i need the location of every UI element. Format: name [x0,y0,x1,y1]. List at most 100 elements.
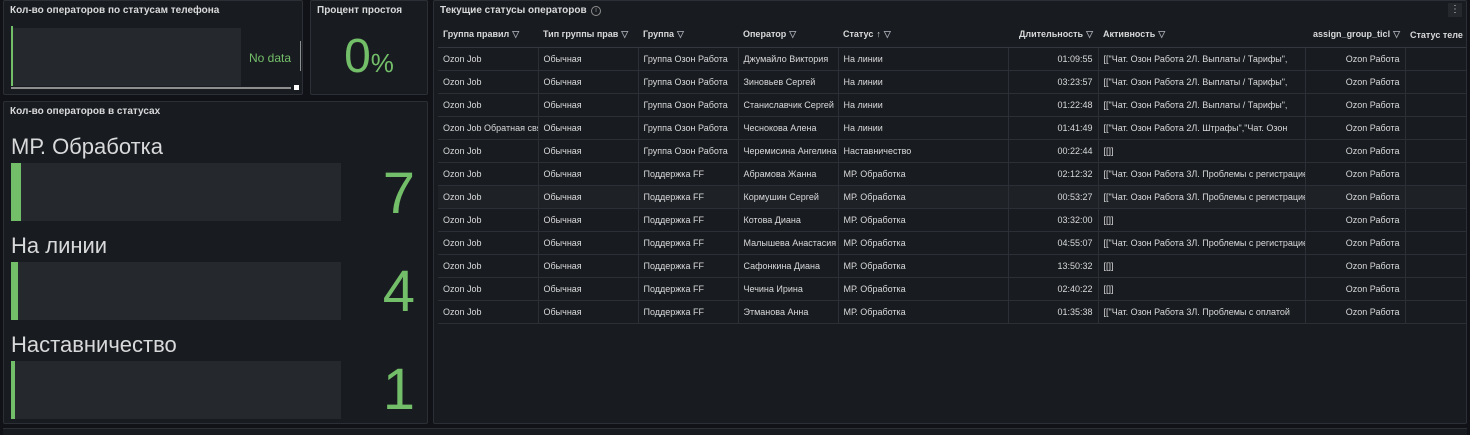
filter-icon[interactable]: ▽ [1393,29,1400,40]
table-cell [1405,231,1466,255]
column-header[interactable]: Активность ▽ [1098,23,1305,48]
table-cell: МР. Обработка [838,231,1009,255]
table-cell: Сафонкина Диана [738,254,839,278]
operators-table: Группа правил ▽ Тип группы прав ▽ Группа ▽ Опе… [438,23,1466,324]
table-row[interactable]: Ozon Job Обычная Поддержка FF Котова Диана М… [438,208,1466,232]
filter-icon[interactable]: ▽ [677,29,684,40]
status-count: 7 [382,161,415,226]
table-cell: [[]] [1098,277,1306,301]
table-cell: [["Чат. Озон Работа 2Л. Выплаты / Тарифы… [1098,70,1306,94]
column-header[interactable]: assign_group_ticl ▽ [1305,23,1405,48]
column-header[interactable]: Группа правил ▽ [438,23,538,48]
table-cell: МР. Обработка [838,277,1009,301]
table-row[interactable]: Ozon Job Обратная связьОбычнаяГруппа Озо… [438,116,1466,140]
table-cell: 01:22:48 [1008,93,1099,117]
status-gauge-fill [11,163,21,221]
table-cell: Этманова Анна [738,300,839,324]
resize-handle-icon[interactable] [294,85,299,90]
table-row[interactable]: Ozon Job Обычная Поддержка FF Чечина Ирина М… [438,277,1466,301]
table-row[interactable]: Ozon Job Обычная Группа Озон Работа Черемис… [438,139,1466,163]
column-header[interactable]: Длительность ▽ [1008,23,1098,48]
table-cell: Группа Озон Работа [638,139,739,163]
table-cell: Ozon Job [438,208,539,232]
table-cell: Наставничество [838,139,1009,163]
phone-status-panel: Кол-во операторов по статусам телефона N… [3,0,303,95]
filter-icon[interactable]: ▽ [621,29,628,40]
column-header-label: Тип группы прав [543,29,619,40]
table-cell: Ozon Job [438,139,539,163]
table-cell: Поддержка FF [638,254,739,278]
table-cell: Ozon Работа [1305,300,1406,324]
table-row[interactable]: Ozon Job Обычная Группа Озон Работа Станисл… [438,93,1466,117]
panel-title[interactable]: Текущие статусы операторов [440,5,587,16]
table-cell [1405,70,1466,94]
table-row[interactable]: Ozon Job Обычная Поддержка FF Кормушин Серг… [438,185,1466,209]
column-header[interactable]: Группа ▽ [638,23,738,48]
table-cell: Ozon Работа [1305,185,1406,209]
table-cell: [[]] [1098,254,1306,278]
table-cell [1405,185,1466,209]
table-cell: Зиновьев Сергей [738,70,839,94]
table-row[interactable]: Ozon Job Обычная Группа Озон Работа Зиновье… [438,70,1466,94]
filter-icon[interactable]: ▽ [789,29,796,40]
panel-menu-icon[interactable]: ⋮ [1448,3,1462,17]
table-cell: 02:40:22 [1008,277,1099,301]
table-cell: Ozon Работа [1305,254,1406,278]
table-cell [1405,93,1466,117]
column-header[interactable]: Статус теле [1405,23,1466,48]
column-header-label: Длительность [1018,29,1084,40]
table-cell [1405,162,1466,186]
table-cell: 00:22:44 [1008,139,1099,163]
table-cell: МР. Обработка [838,254,1009,278]
table-cell: Ozon Job [438,70,539,94]
panel-title[interactable]: Кол-во операторов в статусах [10,106,160,117]
table-cell: 01:41:49 [1008,116,1099,140]
table-cell: Поддержка FF [638,162,739,186]
table-cell: Ozon Работа [1305,139,1406,163]
table-cell: 01:09:55 [1008,47,1099,71]
panel-title[interactable]: Процент простоя [317,5,402,16]
table-row[interactable]: Ozon Job Обычная Поддержка FF Малышева Анас… [438,231,1466,255]
table-body: Ozon Job Обычная Группа Озон Работа Джумайл… [438,47,1466,324]
table-cell: МР. Обработка [838,185,1009,209]
column-header[interactable]: Тип группы прав ▽ [538,23,638,48]
table-cell [1405,208,1466,232]
table-header-row: Группа правил ▽ Тип группы прав ▽ Группа ▽ Опе… [438,23,1466,48]
table-cell: На линии [838,93,1009,117]
table-cell: Поддержка FF [638,231,739,255]
table-cell: [["Чат. Озон Работа 3Л. Проблемы с регис… [1098,185,1306,209]
table-cell: Обычная [538,93,639,117]
sort-ascending-icon[interactable]: ↑ [876,29,881,39]
table-cell: На линии [838,47,1009,71]
table-cell: Ozon Job Обратная связь [438,116,539,140]
table-cell: 04:55:07 [1008,231,1099,255]
table-row[interactable]: Ozon Job Обычная Группа Озон Работа Джумайл… [438,47,1466,71]
table-cell: Обычная [538,162,639,186]
column-header[interactable]: Статус ↑ ▽ [838,23,1008,48]
table-cell: Котова Диана [738,208,839,232]
idle-percent-value: 0% [311,31,427,89]
filter-icon[interactable]: ▽ [1086,29,1093,40]
panel-title[interactable]: Кол-во операторов по статусам телефона [10,5,219,16]
table-cell: Ozon Job [438,254,539,278]
filter-icon[interactable]: ▽ [1158,29,1165,40]
table-cell: Группа Озон Работа [638,93,739,117]
table-cell [1405,116,1466,140]
table-cell: 13:50:32 [1008,254,1099,278]
table-cell [1405,300,1466,324]
table-cell: 02:12:32 [1008,162,1099,186]
table-cell: Станиславчик Сергей [738,93,839,117]
column-header-label: Группа [643,29,675,40]
filter-icon[interactable]: ▽ [512,29,519,40]
mini-chart-baseline [11,87,291,89]
table-row[interactable]: Ozon Job Обычная Поддержка FF Сафонкина Диа… [438,254,1466,278]
table-row[interactable]: Ozon Job Обычная Поддержка FF Абрамова Жанн… [438,162,1466,186]
info-icon[interactable]: i [591,6,601,16]
operators-per-status-panel: Кол-во операторов в статусах МР. Обработ… [3,101,428,424]
table-cell: Обычная [538,70,639,94]
filter-icon[interactable]: ▽ [884,29,891,40]
mini-chart-divider [300,41,301,71]
table-row[interactable]: Ozon Job Обычная Поддержка FF Этманова Анна… [438,300,1466,324]
mini-chart-axis [11,26,13,86]
column-header[interactable]: Оператор ▽ [738,23,838,48]
